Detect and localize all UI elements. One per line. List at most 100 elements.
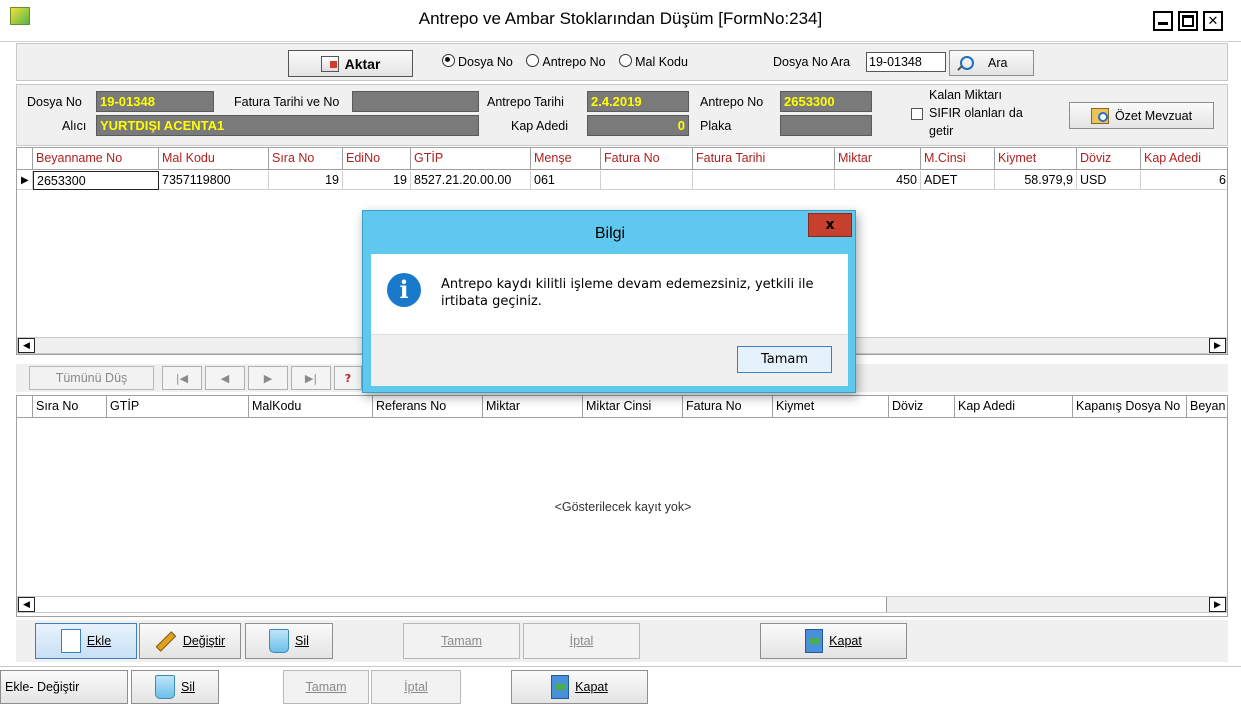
kalan-line3: getir: [929, 124, 954, 138]
cell-mense[interactable]: 061: [531, 171, 601, 190]
col-kap-adedi[interactable]: Kap Adedi: [1141, 148, 1227, 169]
col-doviz[interactable]: Döviz: [1077, 148, 1141, 169]
scroll-left-icon[interactable]: ◀: [18, 597, 35, 612]
cell-fatura-no[interactable]: [601, 171, 693, 190]
outer-tamam-button[interactable]: Tamam: [283, 670, 369, 704]
cell-gtip[interactable]: 8527.21.20.00.00: [411, 171, 531, 190]
col2-kapanis-dosya-no[interactable]: Kapanış Dosya No: [1073, 396, 1187, 417]
radio-antrepo-no[interactable]: Antrepo No: [526, 54, 606, 69]
radio-dot: [619, 54, 633, 67]
col2-miktar[interactable]: Miktar: [483, 396, 583, 417]
cell-kiymet[interactable]: 58.979,9: [995, 171, 1077, 190]
sil-button[interactable]: Sil: [245, 623, 333, 659]
prev-record-icon[interactable]: ◀: [205, 366, 245, 390]
last-record-icon[interactable]: ▶|: [291, 366, 331, 390]
dosya-no-field[interactable]: 19-01348: [96, 91, 214, 112]
cell-mal-kodu[interactable]: 7357119800: [159, 171, 269, 190]
tamam-button[interactable]: Tamam: [403, 623, 520, 659]
cell-miktar[interactable]: 450: [835, 171, 921, 190]
table-row[interactable]: ▶ 2653300 7357119800 19 19 8527.21.20.00…: [17, 171, 1227, 190]
query-icon[interactable]: ?: [334, 366, 362, 390]
bottom-bar: Ekle Değiştir Sil Tamam İptal Kapat: [16, 620, 1228, 662]
dialog-ok-label: Tamam: [760, 352, 809, 367]
col-m-cinsi[interactable]: M.Cinsi: [921, 148, 995, 169]
close-icon: x: [825, 217, 835, 233]
kalan-line1: Kalan Miktarı: [929, 88, 1002, 102]
col-gtip[interactable]: GTİP: [411, 148, 531, 169]
scroll-thumb[interactable]: [35, 597, 887, 612]
col-miktar[interactable]: Miktar: [835, 148, 921, 169]
cell-doviz[interactable]: USD: [1077, 171, 1141, 190]
col2-gtip[interactable]: GTİP: [107, 396, 249, 417]
col-fatura-no[interactable]: Fatura No: [601, 148, 693, 169]
col-mense[interactable]: Menşe: [531, 148, 601, 169]
cell-m-cinsi[interactable]: ADET: [921, 171, 995, 190]
maximize-button[interactable]: [1178, 11, 1198, 31]
col-edino[interactable]: EdiNo: [343, 148, 411, 169]
search-input[interactable]: 19-01348: [866, 52, 946, 72]
col2-fatura-no[interactable]: Fatura No: [683, 396, 773, 417]
next-record-icon[interactable]: ▶: [248, 366, 288, 390]
cell-fatura-tarihi[interactable]: [693, 171, 835, 190]
col-kiymet[interactable]: Kiymet: [995, 148, 1077, 169]
kapat-button[interactable]: Kapat: [760, 623, 907, 659]
radio-dosya-no[interactable]: Dosya No: [442, 54, 513, 69]
dialog-close-button[interactable]: x: [808, 213, 852, 237]
kalan-checkbox[interactable]: [911, 108, 923, 120]
col2-kiymet[interactable]: Kiymet: [773, 396, 889, 417]
col2-kap-adedi[interactable]: Kap Adedi: [955, 396, 1073, 417]
scroll-right-icon[interactable]: ▶: [1209, 338, 1226, 353]
transfer-label: Aktar: [344, 55, 381, 72]
cell-sira-no[interactable]: 19: [269, 171, 343, 190]
col-mal-kodu[interactable]: Mal Kodu: [159, 148, 269, 169]
tumunu-dus-button[interactable]: Tümünü Düş: [29, 366, 154, 390]
kapat-label: Kapat: [829, 634, 862, 648]
outer-kapat-button[interactable]: Kapat: [511, 670, 648, 704]
title-bar: Antrepo ve Ambar Stoklarından Düşüm [For…: [0, 0, 1241, 42]
dosya-no-label: Dosya No: [27, 95, 82, 109]
col-fatura-tarihi[interactable]: Fatura Tarihi: [693, 148, 835, 169]
col-beyanname-no[interactable]: Beyanname No: [33, 148, 159, 169]
plaka-field[interactable]: [780, 115, 872, 136]
iptal-button[interactable]: İptal: [523, 623, 640, 659]
grid2-hscrollbar[interactable]: ◀ ▶: [17, 596, 1227, 613]
grid1-corner: [17, 148, 33, 169]
ekle-button[interactable]: Ekle: [35, 623, 137, 659]
kap-adedi-field[interactable]: 0: [587, 115, 689, 136]
search-label: Dosya No Ara: [773, 55, 851, 69]
close-icon: ✕: [1207, 13, 1219, 29]
col2-beyan[interactable]: Beyan: [1187, 396, 1227, 417]
outer-sil-button[interactable]: Sil: [131, 670, 219, 704]
fatura-field[interactable]: [352, 91, 479, 112]
antrepo-no-field[interactable]: 2653300: [780, 91, 872, 112]
grid2: Sıra No GTİP MalKodu Referans No Miktar …: [16, 395, 1228, 617]
col2-miktar-cinsi[interactable]: Miktar Cinsi: [583, 396, 683, 417]
col2-referans-no[interactable]: Referans No: [373, 396, 483, 417]
ozet-mevzuat-button[interactable]: Özet Mevzuat: [1069, 102, 1214, 129]
col2-sira-no[interactable]: Sıra No: [33, 396, 107, 417]
scroll-right-icon[interactable]: ▶: [1209, 597, 1226, 612]
dialog-ok-button[interactable]: Tamam: [737, 346, 832, 373]
transfer-icon: [320, 55, 339, 72]
cell-beyanname-no[interactable]: 2653300: [33, 171, 159, 190]
transfer-button[interactable]: Aktar: [288, 50, 413, 77]
antrepo-tarihi-field[interactable]: 2.4.2019: [587, 91, 689, 112]
col-sira-no[interactable]: Sıra No: [269, 148, 343, 169]
outer-iptal-button[interactable]: İptal: [371, 670, 461, 704]
radio-mal-kodu[interactable]: Mal Kodu: [619, 54, 688, 69]
col2-doviz[interactable]: Döviz: [889, 396, 955, 417]
degistir-label: Değiştir: [182, 634, 226, 648]
alici-field[interactable]: YURTDIŞI ACENTA1: [96, 115, 479, 136]
minimize-button[interactable]: [1153, 11, 1173, 31]
outer-ekle-degistir-button[interactable]: Ekle- Değiştir: [0, 670, 128, 704]
degistir-button[interactable]: Değiştir: [139, 623, 241, 659]
ozet-mevzuat-label: Özet Mevzuat: [1114, 108, 1193, 123]
cell-edino[interactable]: 19: [343, 171, 411, 190]
scroll-left-icon[interactable]: ◀: [18, 338, 35, 353]
minimize-icon: [1158, 22, 1168, 25]
search-button[interactable]: Ara: [949, 50, 1034, 76]
close-button[interactable]: ✕: [1203, 11, 1223, 31]
first-record-icon[interactable]: |◀: [162, 366, 202, 390]
cell-kap-adedi[interactable]: 6: [1141, 171, 1227, 190]
col2-malkodu[interactable]: MalKodu: [249, 396, 373, 417]
